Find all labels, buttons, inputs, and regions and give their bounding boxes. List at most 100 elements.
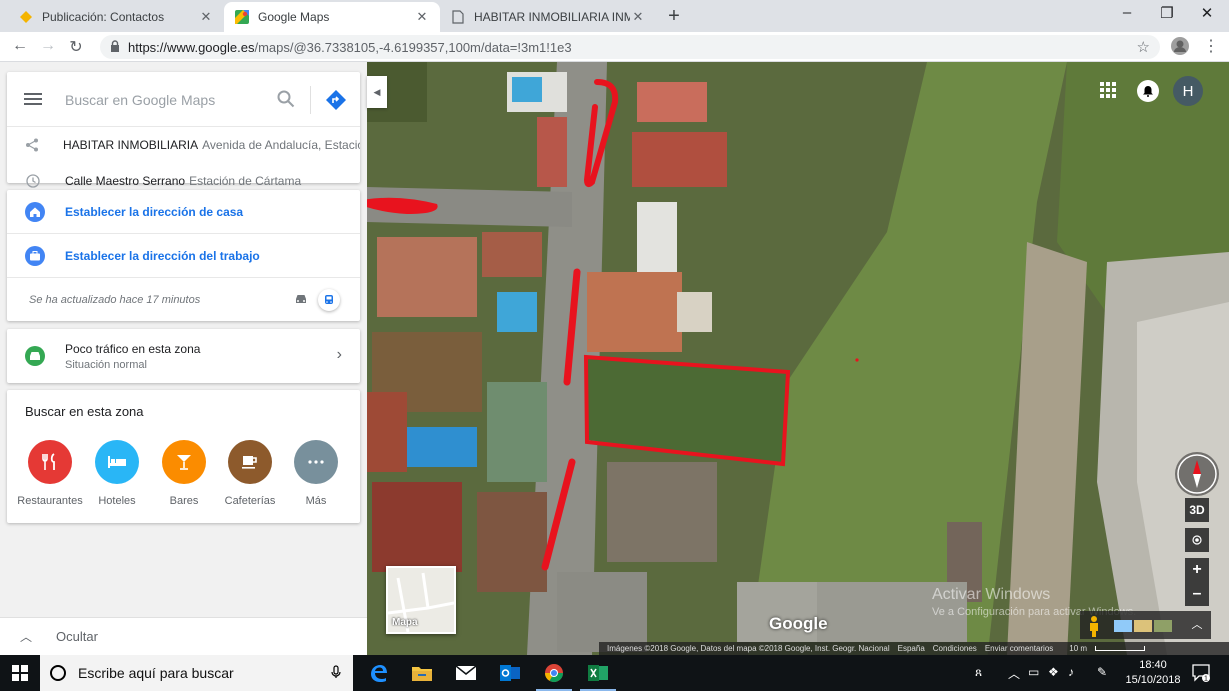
briefcase-icon	[25, 245, 45, 266]
set-home-button[interactable]: Establecer la dirección de casa	[7, 190, 360, 234]
updated-text: Se ha actualizado hace 17 minutos	[29, 294, 201, 306]
menu-kebab-icon[interactable]: ⋮	[1200, 36, 1222, 58]
menu-icon[interactable]	[24, 93, 42, 105]
back-button[interactable]: ←	[10, 37, 30, 55]
close-tab-icon[interactable]: ✕	[414, 9, 430, 25]
edge-icon[interactable]	[356, 655, 400, 691]
link-spain[interactable]: España	[898, 644, 925, 653]
close-window-button[interactable]: ✕	[1192, 4, 1222, 22]
browser-toolbar: ← → ↻ https://www.google.es/maps/@36.733…	[0, 32, 1229, 62]
satellite-map[interactable]: H 3D + – Mapa Google Activar Windows Ve …	[367, 62, 1229, 655]
hide-panel-button[interactable]: ︿ Ocultar	[0, 617, 367, 655]
collapse-panel-toggle[interactable]: ◀	[367, 76, 387, 108]
reload-button[interactable]: ↻	[66, 37, 86, 57]
search-box	[7, 72, 360, 127]
divider	[310, 86, 311, 114]
recent-detail: Estación de Cártama	[189, 174, 302, 188]
profile-avatar-icon[interactable]	[1170, 36, 1192, 58]
link-terms[interactable]: Condiciones	[933, 644, 977, 653]
windows-start-icon[interactable]	[12, 665, 28, 684]
car-icon[interactable]	[294, 293, 308, 308]
clock-icon	[25, 174, 41, 188]
traffic-text: Poco tráfico en esta zona Situación norm…	[65, 342, 200, 371]
new-tab-button[interactable]: +	[662, 5, 686, 28]
map-scale[interactable]: 10 m	[1061, 644, 1146, 653]
category-mas[interactable]: Más	[281, 440, 351, 507]
attribution-text: Imágenes ©2018 Google, Datos del mapa ©2…	[607, 644, 890, 653]
bookmark-star-icon[interactable]: ☆	[1137, 38, 1150, 56]
zoom-out-button[interactable]: –	[1185, 582, 1209, 606]
notifications-bell-icon[interactable]	[1137, 80, 1159, 102]
search-input[interactable]	[65, 88, 275, 112]
recent-item[interactable]: HABITAR INMOBILIARIA Avenida de Andalucí…	[7, 127, 360, 163]
minimize-button[interactable]: –	[1112, 4, 1142, 21]
category-hoteles[interactable]: Hoteles	[82, 440, 152, 507]
set-work-label: Establecer la dirección del trabajo	[65, 248, 260, 263]
taskbar-search-input[interactable]	[78, 665, 318, 681]
url-text: https://www.google.es/maps/@36.7338105,-…	[128, 40, 572, 55]
excel-icon[interactable]	[576, 655, 620, 691]
category-restaurantes[interactable]: Restaurantes	[15, 440, 85, 507]
windows-taskbar: ጸ ︿ ▭ ❖ ♪ ✎ 18:40 15/10/2018 1	[0, 655, 1229, 691]
compass-icon[interactable]	[1175, 452, 1219, 496]
cocktail-icon	[162, 440, 206, 484]
map-attribution: Imágenes ©2018 Google, Datos del mapa ©2…	[599, 642, 1229, 655]
close-tab-icon[interactable]: ✕	[630, 9, 646, 25]
pen-icon[interactable]: ✎	[1097, 665, 1107, 679]
dropbox-icon[interactable]: ❖	[1048, 665, 1059, 679]
people-icon[interactable]: ጸ	[975, 665, 982, 680]
tilt-3d-button[interactable]: 3D	[1185, 498, 1209, 522]
share-icon	[25, 138, 39, 152]
apps-grid-icon[interactable]	[1100, 82, 1116, 101]
file-explorer-icon[interactable]	[400, 655, 444, 691]
maps-side-panel: HABITAR INMOBILIARIA Avenida de Andalucí…	[0, 62, 367, 655]
chrome-icon[interactable]	[532, 655, 576, 691]
battery-icon[interactable]: ▭	[1028, 665, 1039, 679]
set-work-button[interactable]: Establecer la dirección del trabajo	[7, 234, 360, 278]
volume-icon[interactable]: ♪	[1068, 665, 1074, 679]
close-tab-icon[interactable]: ✕	[198, 9, 214, 25]
system-clock[interactable]: 18:40 15/10/2018	[1118, 658, 1188, 688]
expand-strip-icon[interactable]: ︿	[1185, 611, 1209, 637]
address-bar[interactable]: https://www.google.es/maps/@36.7338105,-…	[100, 35, 1160, 59]
notification-count: 1	[1204, 676, 1208, 683]
tab-title: HABITAR INMOBILIARIA INMOBI	[474, 10, 630, 24]
home-icon	[25, 201, 45, 222]
tab-google-maps[interactable]: Google Maps ✕	[224, 2, 440, 32]
map-layer-switcher[interactable]: Mapa	[386, 566, 456, 634]
category-bares[interactable]: Bares	[149, 440, 219, 507]
cortana-icon	[50, 665, 66, 681]
directions-icon[interactable]	[326, 90, 346, 113]
show-hidden-icons-icon[interactable]: ︿	[1008, 665, 1020, 682]
search-card: HABITAR INMOBILIARIA Avenida de Andalucí…	[7, 72, 360, 188]
search-icon[interactable]	[277, 90, 295, 111]
set-home-label: Establecer la dirección de casa	[65, 204, 244, 219]
tab-title: Publicación: Contactos	[42, 10, 165, 24]
microphone-icon[interactable]	[331, 664, 341, 682]
traffic-title: Poco tráfico en esta zona	[65, 341, 201, 356]
zoom-in-button[interactable]: +	[1185, 558, 1209, 582]
my-location-icon[interactable]	[1185, 528, 1209, 552]
traffic-card[interactable]: Poco tráfico en esta zona Situación norm…	[7, 329, 360, 383]
tab-title: Google Maps	[258, 10, 330, 24]
bed-icon	[95, 440, 139, 484]
tab-publicacion[interactable]: Publicación: Contactos ✕	[8, 2, 224, 32]
places-card: Establecer la dirección de casa Establec…	[7, 190, 360, 321]
category-cafeterias[interactable]: Cafeterías	[215, 440, 285, 507]
browser-tab-strip: Publicación: Contactos ✕ Google Maps ✕ H…	[0, 0, 1229, 32]
category-label: Restaurantes	[17, 495, 83, 507]
action-center-icon[interactable]: 1	[1192, 664, 1210, 685]
outlook-icon[interactable]	[488, 655, 532, 691]
tab-habitar[interactable]: HABITAR INMOBILIARIA INMOBI ✕	[440, 2, 656, 32]
chevron-right-icon: ›	[336, 346, 342, 363]
taskbar-search[interactable]	[40, 655, 353, 691]
recent-name: HABITAR INMOBILIARIA	[63, 138, 199, 152]
transit-icon[interactable]	[318, 289, 340, 311]
category-label: Cafeterías	[224, 495, 276, 507]
restore-button[interactable]: ❐	[1152, 4, 1182, 22]
maps-icon	[234, 9, 250, 25]
mail-icon[interactable]	[444, 655, 488, 691]
link-feedback[interactable]: Enviar comentarios	[985, 644, 1053, 653]
forward-button[interactable]: →	[38, 37, 58, 55]
account-avatar[interactable]: H	[1173, 76, 1203, 106]
